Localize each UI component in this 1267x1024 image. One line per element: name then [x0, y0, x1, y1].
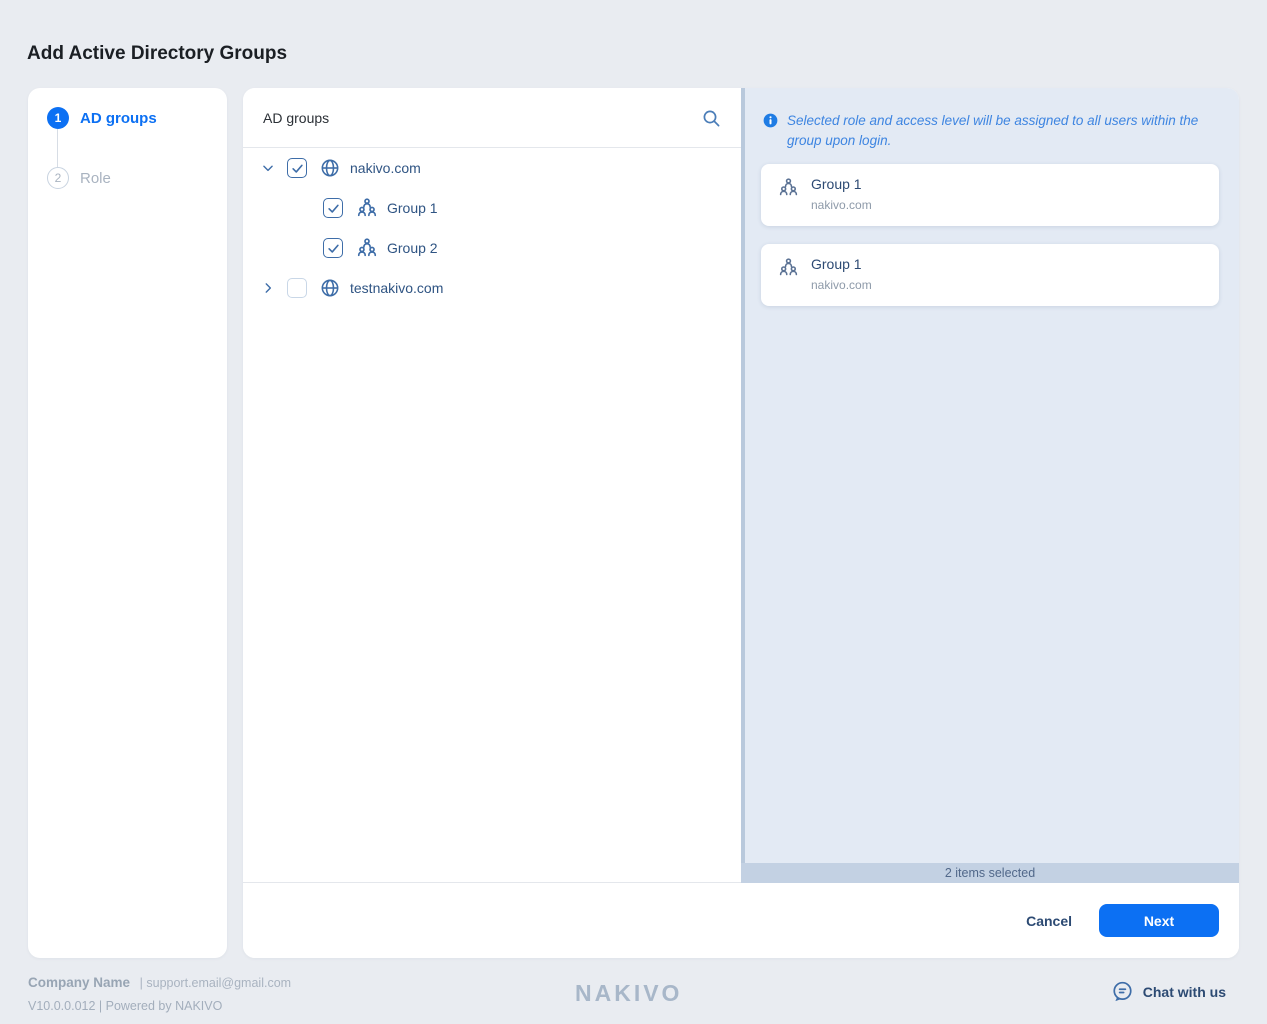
chat-with-us-label: Chat with us [1143, 984, 1226, 1000]
search-input[interactable] [263, 110, 701, 126]
stepper-panel: 1 AD groups 2 Role [28, 88, 227, 958]
tree-row-group-2[interactable]: Group 2 [243, 228, 741, 268]
info-note: Selected role and access level will be a… [763, 111, 1215, 151]
selected-group-card[interactable]: Group 1 nakivo.com [761, 164, 1219, 226]
info-icon [763, 113, 778, 128]
chat-bubble-icon [1111, 980, 1134, 1003]
tree-row-group-1[interactable]: Group 1 [243, 188, 741, 228]
tree-row-domain-nakivo[interactable]: nakivo.com [243, 148, 741, 188]
chat-with-us-button[interactable]: Chat with us [1111, 980, 1226, 1003]
checkbox-unchecked[interactable] [287, 278, 307, 298]
user-group-icon [778, 257, 799, 278]
selected-group-text: Group 1 nakivo.com [811, 256, 872, 292]
page-title: Add Active Directory Groups [27, 43, 287, 65]
step-label: AD groups [80, 110, 157, 127]
search-row [243, 88, 741, 148]
chevron-right-icon[interactable] [261, 281, 275, 295]
dialog-footer: Cancel Next [243, 883, 1239, 958]
user-group-icon [356, 237, 378, 259]
footer-company-line: Company Name | support.email@gmail.com [28, 975, 291, 990]
step-label: Role [80, 170, 111, 187]
info-note-text: Selected role and access level will be a… [787, 111, 1215, 151]
stepper-step-ad-groups[interactable]: 1 AD groups [28, 107, 157, 129]
selection-summary-bar: 2 items selected [741, 863, 1239, 883]
selected-group-card[interactable]: Group 1 nakivo.com [761, 244, 1219, 306]
step-connector-line [57, 129, 58, 167]
tree-node-label: testnakivo.com [350, 280, 443, 296]
selected-group-domain: nakivo.com [811, 278, 872, 292]
stepper-step-role[interactable]: 2 Role [28, 167, 111, 189]
selected-group-name: Group 1 [811, 176, 872, 192]
checkbox-checked[interactable] [323, 198, 343, 218]
ad-groups-dialog: nakivo.com Group 1 [243, 88, 1239, 958]
selected-group-text: Group 1 nakivo.com [811, 176, 872, 212]
tree-node-label: Group 2 [387, 240, 438, 256]
footer-version-line: V10.0.0.012 | Powered by NAKIVO [28, 999, 222, 1013]
user-group-icon [356, 197, 378, 219]
user-group-icon [778, 177, 799, 198]
globe-icon [320, 278, 340, 298]
selected-groups-panel: Selected role and access level will be a… [741, 88, 1239, 863]
support-email: | support.email@gmail.com [140, 976, 291, 990]
cancel-button[interactable]: Cancel [1026, 913, 1072, 929]
search-icon[interactable] [701, 108, 721, 128]
ad-groups-tree: nakivo.com Group 1 [243, 148, 741, 308]
tree-node-label: Group 1 [387, 200, 438, 216]
selected-group-name: Group 1 [811, 256, 872, 272]
tree-node-label: nakivo.com [350, 160, 421, 176]
checkbox-checked[interactable] [287, 158, 307, 178]
nakivo-logo: NAKIVO [575, 980, 682, 1007]
selection-summary-text: 2 items selected [945, 866, 1035, 880]
selected-group-domain: nakivo.com [811, 198, 872, 212]
globe-icon [320, 158, 340, 178]
checkbox-checked[interactable] [323, 238, 343, 258]
ad-groups-tree-panel: nakivo.com Group 1 [243, 88, 741, 883]
step-number-badge: 1 [47, 107, 69, 129]
step-number-badge: 2 [47, 167, 69, 189]
company-name: Company Name [28, 975, 130, 990]
tree-row-domain-testnakivo[interactable]: testnakivo.com [243, 268, 741, 308]
next-button[interactable]: Next [1099, 904, 1219, 937]
chevron-down-icon[interactable] [261, 161, 275, 175]
